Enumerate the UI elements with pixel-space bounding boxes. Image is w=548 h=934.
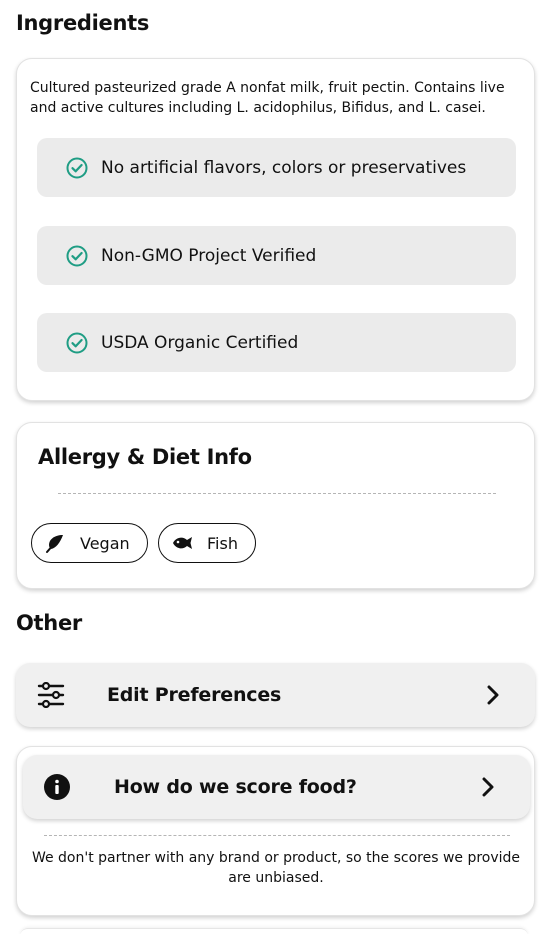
tag-label: Vegan — [80, 533, 130, 553]
edit-preferences-label: Edit Preferences — [107, 684, 282, 706]
badge-label: Non-GMO Project Verified — [101, 245, 317, 266]
score-info-card: How do we score food? We don't partner w… — [16, 746, 535, 916]
allergy-card: Allergy & Diet Info Vegan Fish — [16, 422, 535, 589]
tag-vegan[interactable]: Vegan — [31, 523, 148, 563]
next-card-edge — [20, 928, 528, 934]
sliders-icon — [37, 682, 65, 708]
check-circle-icon — [66, 245, 88, 267]
ingredients-description: Cultured pasteurized grade A nonfat milk… — [30, 80, 505, 116]
fish-icon — [171, 532, 193, 554]
divider — [58, 493, 496, 494]
badge-usda-organic: USDA Organic Certified — [37, 313, 516, 372]
check-circle-icon — [66, 332, 88, 354]
leaf-icon — [44, 532, 66, 554]
unbiased-note: We don't partner with any brand or produ… — [31, 850, 521, 886]
chevron-right-icon — [481, 777, 495, 797]
allergy-title: Allergy & Diet Info — [38, 445, 252, 469]
chevron-right-icon — [486, 685, 500, 705]
badge-label: USDA Organic Certified — [101, 332, 299, 353]
check-circle-icon — [66, 157, 88, 179]
info-icon — [44, 774, 70, 800]
other-title: Other — [16, 611, 82, 635]
edit-preferences-button[interactable]: Edit Preferences — [16, 663, 535, 727]
how-we-score-label: How do we score food? — [114, 776, 357, 798]
divider — [44, 835, 510, 836]
badge-no-artificial: No artificial flavors, colors or preserv… — [37, 138, 516, 197]
tag-fish[interactable]: Fish — [158, 523, 256, 563]
ingredients-title: Ingredients — [16, 11, 150, 35]
badge-non-gmo: Non-GMO Project Verified — [37, 226, 516, 285]
ingredients-card: Cultured pasteurized grade A nonfat milk… — [16, 58, 535, 401]
badge-label: No artificial flavors, colors or preserv… — [101, 157, 467, 178]
how-we-score-button[interactable]: How do we score food? — [23, 755, 530, 819]
tag-label: Fish — [207, 533, 238, 553]
